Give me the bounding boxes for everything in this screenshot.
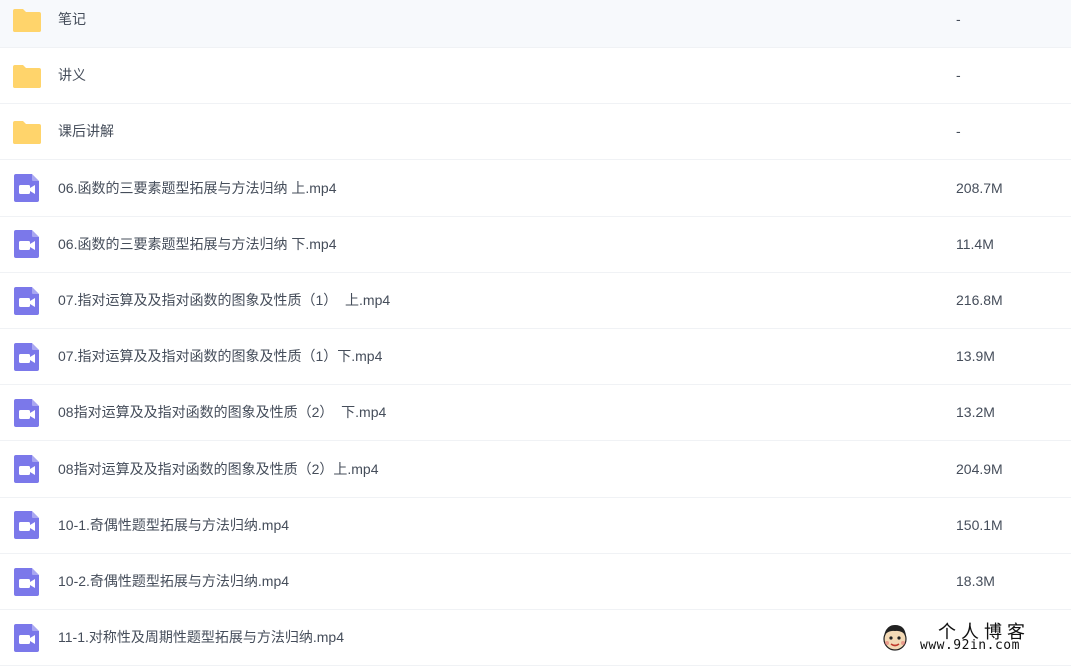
mascot-face-icon (883, 625, 907, 651)
file-name[interactable]: 07.指对运算及及指对函数的图象及性质（1） 上.mp4 (58, 273, 390, 328)
file-size: 11.4M (956, 235, 994, 252)
folder-row[interactable]: 课后讲解 - (0, 104, 1071, 161)
video-file-icon (11, 341, 43, 373)
video-file-icon (11, 453, 43, 485)
folder-icon (11, 116, 43, 148)
video-file-icon (11, 172, 43, 204)
file-size: 204.9M (956, 460, 1003, 477)
watermark: 个人博客 www.92in.com (876, 618, 1066, 656)
file-name[interactable]: 07.指对运算及及指对函数的图象及性质（1）下.mp4 (58, 329, 382, 384)
video-file-icon (11, 509, 43, 541)
file-list: 笔记 - 讲义 - 课后讲解 - 06.函数的三要素题型拓展与方法归纳 上.mp4 208.7… (0, 0, 1071, 666)
file-size: - (956, 11, 961, 27)
file-name[interactable]: 11-1.对称性及周期性题型拓展与方法归纳.mp4 (58, 610, 344, 665)
video-file-icon (11, 397, 43, 429)
folder-row[interactable]: 笔记 - (0, 0, 1071, 48)
file-row[interactable]: 08指对运算及及指对函数的图象及性质（2）上.mp4 204.9M (0, 442, 1071, 498)
file-size: 208.7M (956, 179, 1003, 196)
file-size: - (956, 123, 961, 140)
file-size: 13.9M (956, 348, 995, 365)
file-name[interactable]: 10-1.奇偶性题型拓展与方法归纳.mp4 (58, 498, 289, 553)
video-file-icon (11, 228, 43, 260)
file-row[interactable]: 06.函数的三要素题型拓展与方法归纳 下.mp4 11.4M (0, 217, 1071, 273)
file-size: - (956, 67, 961, 84)
video-file-icon (11, 622, 43, 654)
file-row[interactable]: 10-1.奇偶性题型拓展与方法归纳.mp4 150.1M (0, 498, 1071, 554)
folder-icon (11, 60, 43, 92)
file-row[interactable]: 10-2.奇偶性题型拓展与方法归纳.mp4 18.3M (0, 554, 1071, 610)
file-name[interactable]: 课后讲解 (58, 104, 114, 159)
file-row[interactable]: 08指对运算及及指对函数的图象及性质（2） 下.mp4 13.2M (0, 385, 1071, 442)
folder-icon (11, 4, 43, 36)
video-file-icon (11, 285, 43, 317)
file-name[interactable]: 10-2.奇偶性题型拓展与方法归纳.mp4 (58, 554, 289, 609)
watermark-url: www.92in.com (920, 638, 1020, 653)
file-row[interactable]: 06.函数的三要素题型拓展与方法归纳 上.mp4 208.7M (0, 161, 1071, 217)
file-name[interactable]: 06.函数的三要素题型拓展与方法归纳 下.mp4 (58, 217, 336, 272)
file-name[interactable]: 08指对运算及及指对函数的图象及性质（2） 下.mp4 (58, 385, 386, 440)
file-name[interactable]: 08指对运算及及指对函数的图象及性质（2）上.mp4 (58, 442, 378, 497)
file-name[interactable]: 笔记 (58, 0, 86, 47)
file-row[interactable]: 07.指对运算及及指对函数的图象及性质（1）下.mp4 13.9M (0, 329, 1071, 386)
file-size: 13.2M (956, 404, 995, 421)
file-size: 216.8M (956, 292, 1003, 308)
file-size: 18.3M (956, 573, 995, 589)
file-name[interactable]: 06.函数的三要素题型拓展与方法归纳 上.mp4 (58, 161, 336, 216)
file-row[interactable]: 07.指对运算及及指对函数的图象及性质（1） 上.mp4 216.8M (0, 273, 1071, 329)
video-file-icon (11, 566, 43, 598)
file-size: 150.1M (956, 516, 1003, 533)
folder-row[interactable]: 讲义 - (0, 48, 1071, 105)
file-name[interactable]: 讲义 (58, 48, 86, 103)
